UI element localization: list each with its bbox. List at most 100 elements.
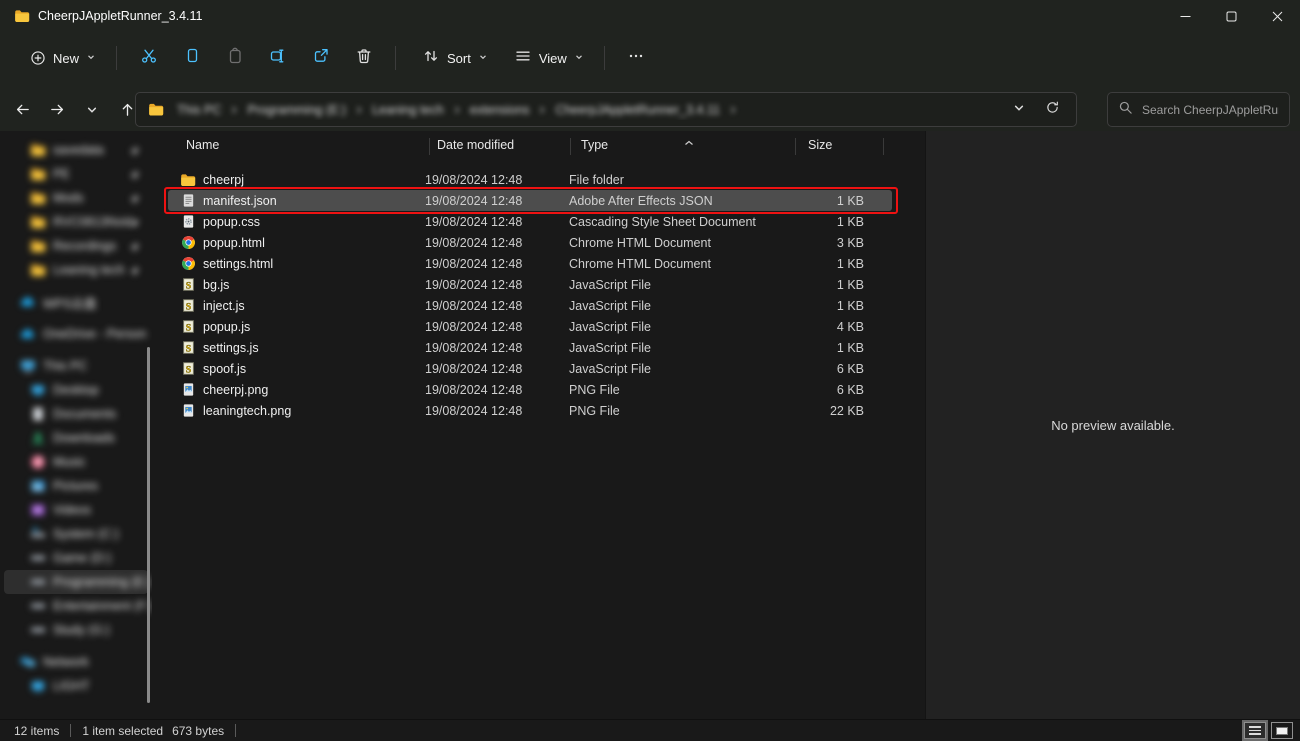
file-row[interactable]: cheerpj19/08/2024 12:48File folder bbox=[168, 169, 892, 190]
breadcrumb-chevron-icon[interactable] bbox=[350, 105, 368, 115]
sidebar-item-label: Mods bbox=[53, 191, 84, 205]
delete-button[interactable] bbox=[342, 40, 385, 76]
sidebar-item-music[interactable]: Music bbox=[4, 450, 148, 474]
sidebar-item-videos[interactable]: Videos bbox=[4, 498, 148, 522]
chrome-icon bbox=[180, 235, 196, 251]
sidebar-item-mods[interactable]: Mods bbox=[4, 186, 148, 210]
column-header-row: Name Date modified Type Size bbox=[152, 131, 925, 161]
file-row[interactable]: popup.html19/08/2024 12:48Chrome HTML Do… bbox=[168, 232, 892, 253]
more-options-button[interactable] bbox=[615, 40, 658, 76]
js-icon: S bbox=[180, 319, 196, 335]
breadcrumb-item[interactable]: Leaning tech bbox=[368, 100, 448, 120]
sidebar-item-recordings[interactable]: Recordings bbox=[4, 234, 148, 258]
file-name: leaningtech.png bbox=[203, 404, 291, 418]
sidebar-item-programming-e[interactable]: Programming (E:) bbox=[4, 570, 148, 594]
file-row[interactable]: Sbg.js19/08/2024 12:48JavaScript File1 K… bbox=[168, 274, 892, 295]
search-input[interactable] bbox=[1142, 103, 1279, 117]
file-type: Cascading Style Sheet Document bbox=[569, 215, 783, 229]
column-header-date-modified[interactable]: Date modified bbox=[437, 138, 514, 152]
back-button[interactable] bbox=[6, 94, 38, 126]
sidebar-item-entertainment-f[interactable]: Entertainment (F:) bbox=[4, 594, 148, 618]
file-rows-container: cheerpj19/08/2024 12:48File foldermanife… bbox=[168, 169, 892, 421]
share-button[interactable] bbox=[299, 40, 342, 76]
sidebar-item-game-d[interactable]: Game (D:) bbox=[4, 546, 148, 570]
folder-icon bbox=[30, 142, 46, 158]
file-row[interactable]: popup.css19/08/2024 12:48Cascading Style… bbox=[168, 211, 892, 232]
breadcrumb-item[interactable]: Programming (E:) bbox=[243, 100, 350, 120]
large-thumbnails-view-toggle[interactable] bbox=[1271, 722, 1293, 739]
breadcrumb-chevron-icon[interactable] bbox=[448, 105, 466, 115]
sidebar-item-label: savedata bbox=[53, 143, 104, 157]
column-divider[interactable] bbox=[795, 138, 796, 155]
sidebar-item-system-c[interactable]: System (C:) bbox=[4, 522, 148, 546]
breadcrumb-item[interactable]: CheerpJAppletRunner_3.4.11 bbox=[551, 100, 723, 120]
folder-icon bbox=[14, 8, 30, 24]
details-view-toggle[interactable] bbox=[1244, 722, 1266, 739]
sidebar-scrollbar[interactable] bbox=[147, 347, 150, 703]
preview-message: No preview available. bbox=[1051, 418, 1175, 433]
sidebar-item-pe[interactable]: PE bbox=[4, 162, 148, 186]
sidebar-item-downloads[interactable]: Downloads bbox=[4, 426, 148, 450]
sidebar-item-desktop[interactable]: Desktop bbox=[4, 378, 148, 402]
file-name: cheerpj.png bbox=[203, 383, 268, 397]
new-button[interactable]: New bbox=[20, 40, 106, 76]
file-row[interactable]: Sspoof.js19/08/2024 12:48JavaScript File… bbox=[168, 358, 892, 379]
recent-locations-button[interactable] bbox=[76, 94, 108, 126]
refresh-icon[interactable] bbox=[1045, 100, 1060, 120]
sidebar-item-leaning-tech[interactable]: Leaning tech bbox=[4, 258, 148, 282]
maximize-button[interactable] bbox=[1208, 0, 1254, 32]
search-box[interactable] bbox=[1107, 92, 1290, 127]
close-button[interactable] bbox=[1254, 0, 1300, 32]
column-divider[interactable] bbox=[429, 138, 430, 155]
file-size: 1 KB bbox=[783, 299, 880, 313]
sidebar-item-onedrive-person[interactable]: OneDrive - Person bbox=[4, 322, 148, 346]
column-header-size[interactable]: Size bbox=[808, 138, 832, 152]
file-row[interactable]: Ssettings.js19/08/2024 12:48JavaScript F… bbox=[168, 337, 892, 358]
desktop-icon bbox=[30, 382, 46, 398]
sidebar-item-savedata[interactable]: savedata bbox=[4, 138, 148, 162]
file-row[interactable]: Spopup.js19/08/2024 12:48JavaScript File… bbox=[168, 316, 892, 337]
file-type: JavaScript File bbox=[569, 320, 783, 334]
sort-arrows-icon bbox=[422, 47, 440, 70]
column-header-type[interactable]: Type bbox=[581, 138, 608, 152]
column-divider[interactable] bbox=[883, 138, 884, 155]
file-row[interactable]: leaningtech.png19/08/2024 12:48PNG File2… bbox=[168, 400, 892, 421]
breadcrumb-chevron-icon[interactable] bbox=[225, 105, 243, 115]
sidebar-item-wps[interactable]: WPS云盘 bbox=[4, 290, 148, 314]
sidebar-item-documents[interactable]: Documents bbox=[4, 402, 148, 426]
rename-button[interactable] bbox=[256, 40, 299, 76]
file-name: spoof.js bbox=[203, 362, 246, 376]
forward-button[interactable] bbox=[41, 94, 73, 126]
address-bar[interactable]: This PC Programming (E:) Leaning tech exten… bbox=[135, 92, 1077, 127]
drive-icon bbox=[30, 574, 46, 590]
paste-button[interactable] bbox=[213, 40, 256, 76]
file-name: inject.js bbox=[203, 299, 245, 313]
file-size: 1 KB bbox=[783, 341, 880, 355]
file-row[interactable]: manifest.json19/08/2024 12:48Adobe After… bbox=[168, 190, 892, 211]
copy-button[interactable] bbox=[170, 40, 213, 76]
view-button[interactable]: View bbox=[504, 40, 594, 76]
sidebar-item-light[interactable]: LIGHT bbox=[4, 674, 148, 698]
file-row[interactable]: Sinject.js19/08/2024 12:48JavaScript Fil… bbox=[168, 295, 892, 316]
title-bar[interactable]: CheerpJAppletRunner_3.4.11 bbox=[0, 0, 1300, 32]
breadcrumb-item[interactable]: This PC bbox=[173, 100, 225, 120]
drive-icon bbox=[30, 622, 46, 638]
breadcrumb-item[interactable]: extensions bbox=[466, 100, 534, 120]
navigation-pane: savedata PE Mods RVC0813NvidRecordingsLeani… bbox=[0, 131, 152, 719]
address-dropdown-chevron-icon[interactable] bbox=[1013, 101, 1025, 119]
column-header-name[interactable]: Name bbox=[186, 138, 219, 152]
cut-button[interactable] bbox=[127, 40, 170, 76]
breadcrumb-chevron-icon[interactable] bbox=[724, 105, 742, 115]
js-icon: S bbox=[180, 277, 196, 293]
file-row[interactable]: cheerpj.png19/08/2024 12:48PNG File6 KB bbox=[168, 379, 892, 400]
minimize-button[interactable] bbox=[1162, 0, 1208, 32]
breadcrumb-chevron-icon[interactable] bbox=[533, 105, 551, 115]
sidebar-item-network[interactable]: Network bbox=[4, 650, 148, 674]
sidebar-item-this-pc[interactable]: This PC bbox=[4, 354, 148, 378]
sidebar-item-pictures[interactable]: Pictures bbox=[4, 474, 148, 498]
column-divider[interactable] bbox=[570, 138, 571, 155]
sort-button[interactable]: Sort bbox=[412, 40, 498, 76]
file-row[interactable]: settings.html19/08/2024 12:48Chrome HTML… bbox=[168, 253, 892, 274]
sidebar-item-study-g[interactable]: Study (G:) bbox=[4, 618, 148, 642]
sidebar-item-rvc0813nvid[interactable]: RVC0813Nvid bbox=[4, 210, 148, 234]
